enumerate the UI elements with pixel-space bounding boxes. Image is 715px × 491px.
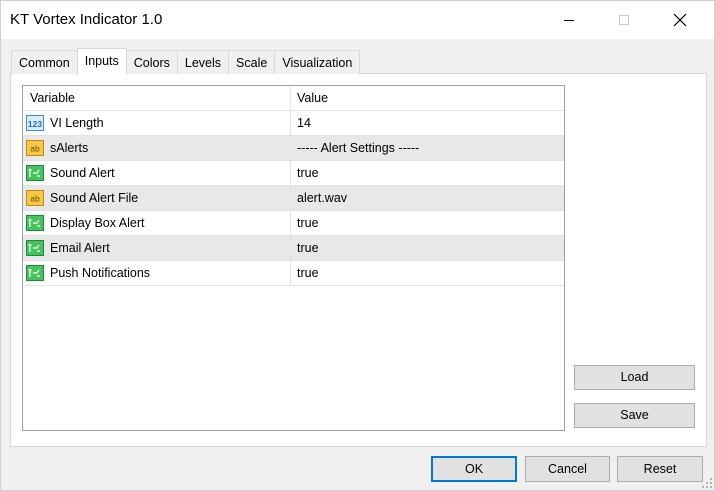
value-cell[interactable]: true (291, 211, 564, 235)
variable-cell[interactable]: ab Sound Alert File (23, 186, 291, 210)
variable-cell[interactable]: ab sAlerts (23, 136, 291, 160)
table-row[interactable]: 123 VI Length 14 (23, 111, 564, 136)
dialog-window: KT Vortex Indicator 1.0 Common Inputs Co… (0, 0, 715, 491)
variable-cell[interactable]: Email Alert (23, 236, 291, 260)
tab-inputs[interactable]: Inputs (76, 48, 127, 75)
close-icon (673, 13, 687, 27)
tab-common[interactable]: Common (11, 50, 78, 74)
table-row[interactable]: ab sAlerts ----- Alert Settings ----- (23, 136, 564, 161)
value-cell[interactable]: 14 (291, 111, 564, 135)
variable-name: sAlerts (50, 141, 89, 155)
inputs-grid[interactable]: Variable Value 123 VI Length 14 ab sAler… (22, 85, 565, 431)
column-header-value[interactable]: Value (291, 86, 564, 110)
variable-name: VI Length (50, 116, 104, 130)
value-cell[interactable]: true (291, 161, 564, 185)
reset-button[interactable]: Reset (617, 456, 703, 482)
table-row[interactable]: Email Alert true (23, 236, 564, 261)
variable-name: Sound Alert (50, 166, 115, 180)
boolean-icon (26, 165, 44, 181)
variable-cell[interactable]: Push Notifications (23, 261, 291, 285)
svg-text:ab: ab (30, 194, 40, 204)
title-bar[interactable]: KT Vortex Indicator 1.0 (1, 1, 714, 39)
save-button[interactable]: Save (574, 403, 695, 428)
load-button[interactable]: Load (574, 365, 695, 390)
svg-text:ab: ab (30, 144, 40, 154)
ok-button[interactable]: OK (431, 456, 517, 482)
tab-scale[interactable]: Scale (228, 50, 276, 74)
boolean-icon (26, 265, 44, 281)
variable-cell[interactable]: Display Box Alert (23, 211, 291, 235)
column-header-variable[interactable]: Variable (23, 86, 291, 110)
variable-name: Sound Alert File (50, 191, 139, 205)
variable-name: Push Notifications (50, 266, 151, 280)
tab-visualization[interactable]: Visualization (274, 50, 361, 74)
value-cell[interactable]: true (291, 236, 564, 260)
svg-text:123: 123 (28, 119, 42, 129)
window-title: KT Vortex Indicator 1.0 (10, 11, 163, 28)
boolean-icon (26, 240, 44, 256)
tab-colors[interactable]: Colors (125, 50, 178, 74)
boolean-icon (26, 215, 44, 231)
variable-cell[interactable]: 123 VI Length (23, 111, 291, 135)
minimize-button[interactable] (542, 1, 596, 39)
minimize-icon (564, 20, 574, 21)
table-row[interactable]: Push Notifications true (23, 261, 564, 286)
table-row[interactable]: ab Sound Alert File alert.wav (23, 186, 564, 211)
value-cell[interactable]: ----- Alert Settings ----- (291, 136, 564, 160)
string-ab-icon: ab (26, 140, 44, 156)
tab-levels[interactable]: Levels (176, 50, 230, 74)
variable-name: Display Box Alert (50, 216, 145, 230)
value-cell[interactable]: true (291, 261, 564, 285)
resize-grip-icon[interactable] (702, 478, 712, 488)
variable-cell[interactable]: Sound Alert (23, 161, 291, 185)
value-cell[interactable]: alert.wav (291, 186, 564, 210)
cancel-button[interactable]: Cancel (525, 456, 610, 482)
close-button[interactable] (653, 1, 707, 39)
string-ab-icon: ab (26, 190, 44, 206)
table-row[interactable]: Display Box Alert true (23, 211, 564, 236)
grid-header: Variable Value (23, 86, 564, 111)
table-row[interactable]: Sound Alert true (23, 161, 564, 186)
tab-strip: Common Inputs Colors Levels Scale Visual… (11, 48, 361, 75)
maximize-button[interactable] (597, 1, 651, 39)
variable-name: Email Alert (50, 241, 110, 255)
maximize-icon (619, 15, 629, 25)
numeric-123-icon: 123 (26, 115, 44, 131)
